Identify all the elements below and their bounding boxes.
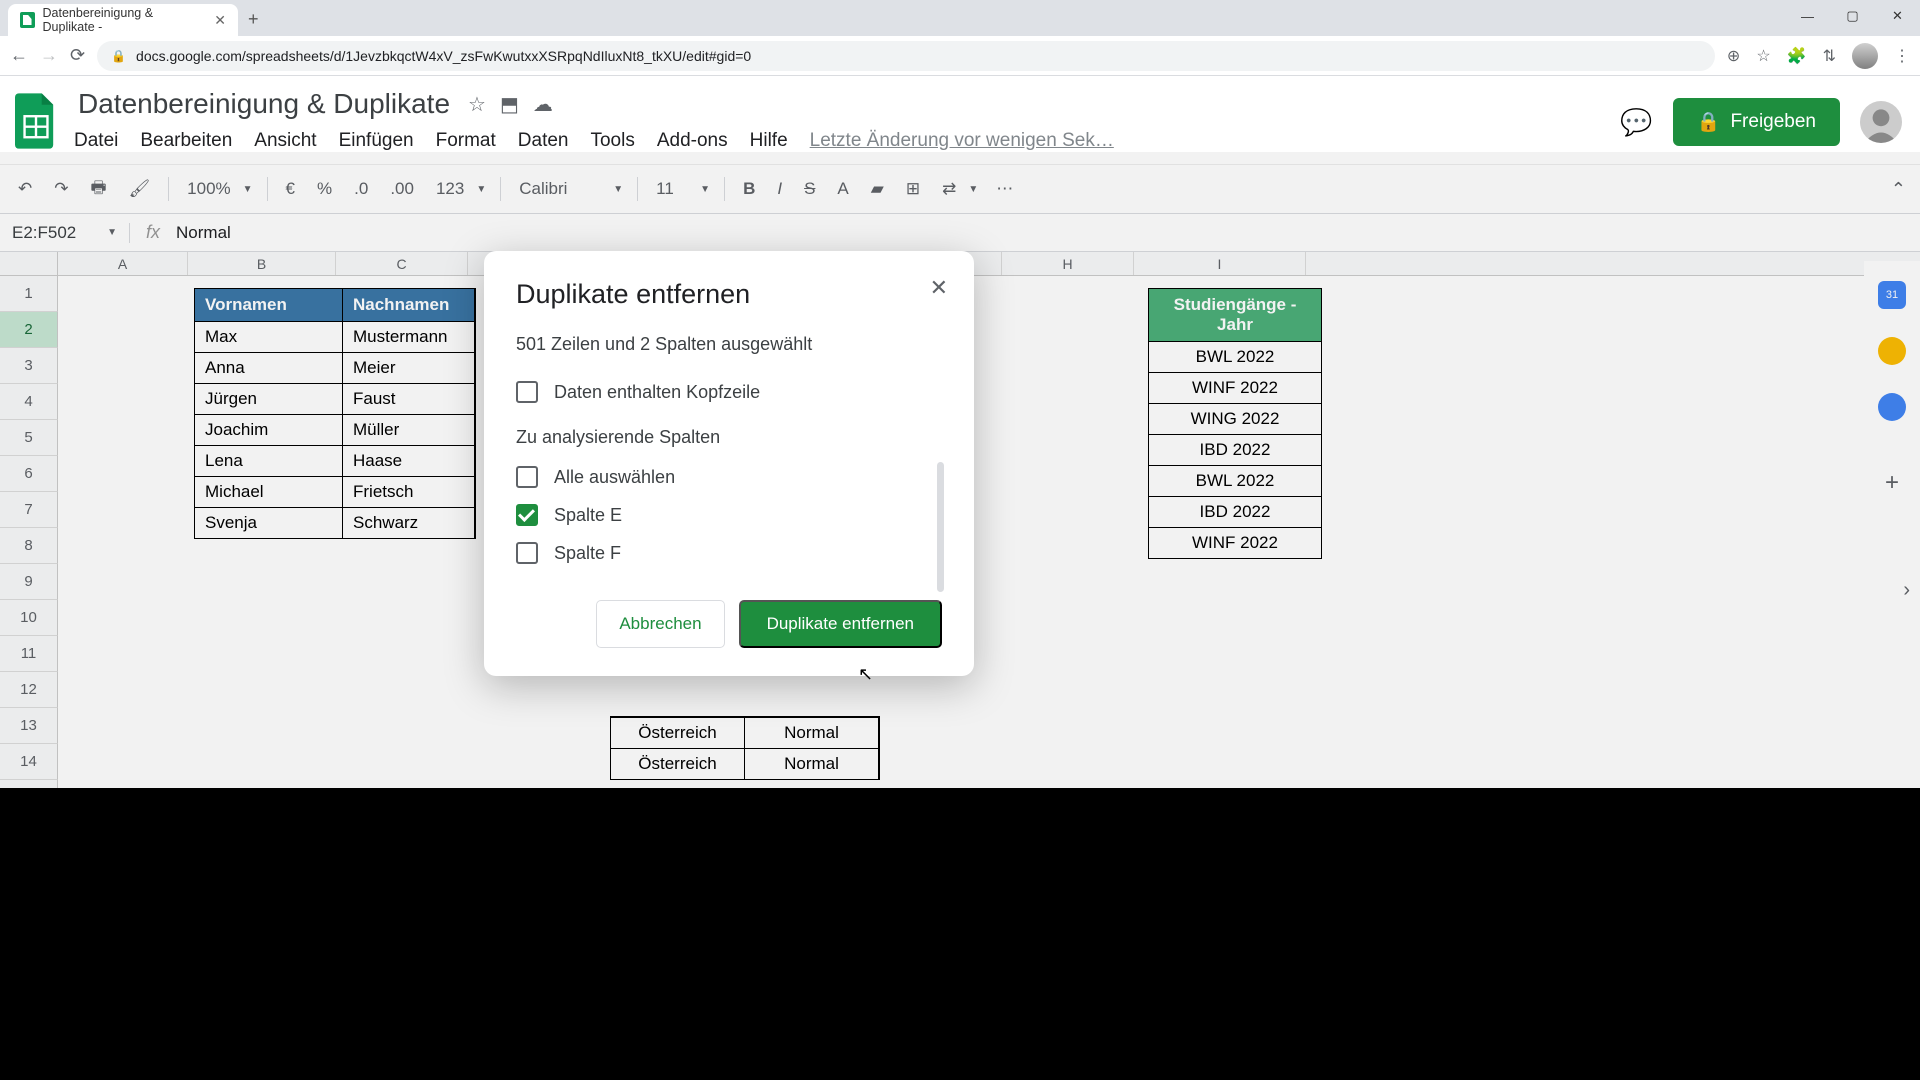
close-tab-icon[interactable]: ✕: [214, 12, 226, 29]
star-icon[interactable]: ☆: [468, 92, 486, 117]
extensions-icon[interactable]: 🧩: [1787, 46, 1807, 66]
document-title[interactable]: Datenbereinigung & Duplikate: [74, 86, 454, 122]
zoom-icon[interactable]: ⊕: [1727, 46, 1740, 66]
confirm-button[interactable]: Duplikate entfernen: [739, 600, 942, 648]
account-avatar[interactable]: [1860, 101, 1902, 143]
minimize-icon[interactable]: ―: [1785, 0, 1830, 32]
lock-icon: 🔒: [1697, 110, 1721, 134]
menu-file[interactable]: Datei: [74, 130, 118, 152]
checkbox-checked-icon: [516, 504, 538, 526]
column-f-checkbox[interactable]: Spalte F: [516, 534, 942, 572]
reload-icon[interactable]: ⟳: [70, 45, 85, 66]
close-window-icon[interactable]: ✕: [1875, 0, 1920, 32]
browser-tab[interactable]: Datenbereinigung & Duplikate - ✕: [8, 4, 238, 36]
tab-title: Datenbereinigung & Duplikate -: [43, 6, 201, 34]
close-icon[interactable]: ✕: [930, 275, 948, 301]
column-e-checkbox[interactable]: Spalte E: [516, 496, 942, 534]
selection-info: 501 Zeilen und 2 Spalten ausgewählt: [516, 334, 942, 355]
profile-avatar-chrome[interactable]: [1852, 43, 1878, 69]
last-edit[interactable]: Letzte Änderung vor wenigen Sek…: [810, 130, 1114, 152]
sheets-logo[interactable]: [10, 86, 62, 156]
share-button[interactable]: 🔒 Freigeben: [1673, 98, 1840, 146]
share-label: Freigeben: [1730, 111, 1816, 133]
url-text: docs.google.com/spreadsheets/d/1Jevzbkqc…: [136, 48, 751, 64]
menu-edit[interactable]: Bearbeiten: [140, 130, 232, 152]
back-icon[interactable]: ←: [10, 45, 28, 66]
cloud-icon[interactable]: ☁: [533, 92, 553, 117]
forward-icon[interactable]: →: [40, 45, 58, 66]
maximize-icon[interactable]: ▢: [1830, 0, 1875, 32]
sheets-favicon: [20, 12, 35, 28]
transfer-icon[interactable]: ⇅: [1823, 46, 1836, 66]
cancel-button[interactable]: Abbrechen: [596, 600, 724, 648]
checkbox-icon: [516, 542, 538, 564]
menu-tools[interactable]: Tools: [590, 130, 634, 152]
chrome-menu-icon[interactable]: ⋮: [1894, 46, 1910, 66]
menu-format[interactable]: Format: [436, 130, 496, 152]
checkbox-icon: [516, 466, 538, 488]
menu-insert[interactable]: Einfügen: [339, 130, 414, 152]
remove-duplicates-dialog: ✕ Duplikate entfernen 501 Zeilen und 2 S…: [484, 251, 974, 676]
lock-icon: 🔒: [111, 49, 126, 63]
menu-data[interactable]: Daten: [518, 130, 569, 152]
bookmark-icon[interactable]: ☆: [1756, 46, 1770, 66]
menu-help[interactable]: Hilfe: [750, 130, 788, 152]
checkbox-icon: [516, 381, 538, 403]
move-icon[interactable]: ⬒: [500, 92, 519, 117]
black-bar: [0, 788, 1920, 1080]
menu-addons[interactable]: Add-ons: [657, 130, 728, 152]
dialog-title: Duplikate entfernen: [516, 279, 942, 310]
address-bar[interactable]: 🔒 docs.google.com/spreadsheets/d/1Jevzbk…: [97, 41, 1715, 71]
new-tab-button[interactable]: +: [248, 9, 259, 30]
dialog-scrollbar[interactable]: [937, 462, 944, 592]
header-row-checkbox[interactable]: Daten enthalten Kopfzeile: [516, 373, 942, 411]
select-all-checkbox[interactable]: Alle auswählen: [516, 458, 942, 496]
menu-view[interactable]: Ansicht: [254, 130, 316, 152]
columns-section-title: Zu analysierende Spalten: [516, 427, 942, 448]
comments-icon[interactable]: 💬: [1620, 107, 1652, 138]
